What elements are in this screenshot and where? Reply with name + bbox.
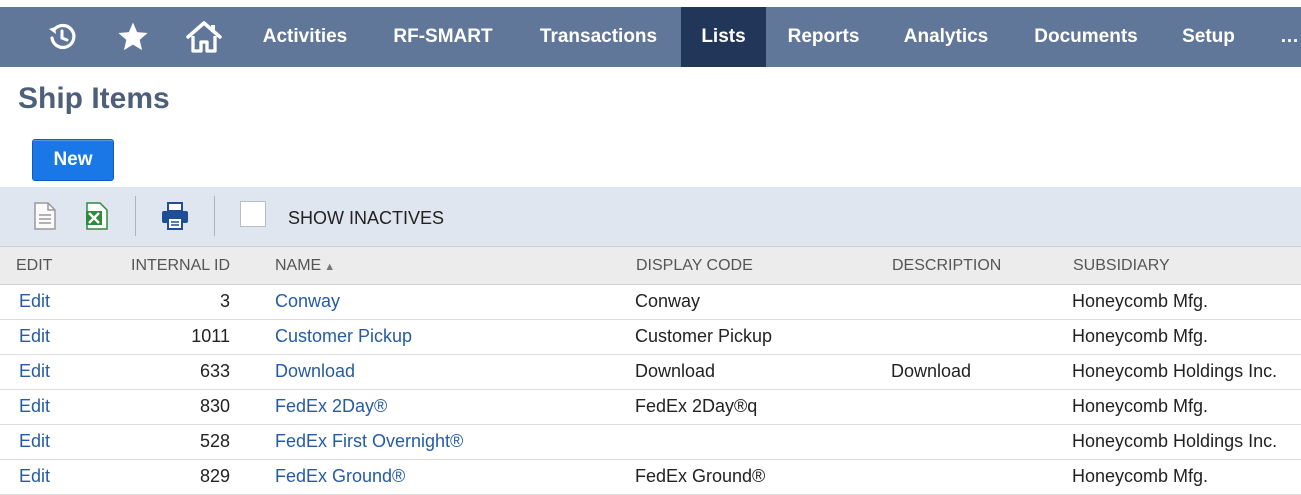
column-header-internal-id[interactable]: INTERNAL ID <box>128 257 230 275</box>
subsidiary-cell: Honeycomb Mfg. <box>1072 326 1209 346</box>
column-header-name-label: NAME <box>275 257 322 274</box>
edit-link[interactable]: Edit <box>19 431 50 452</box>
subsidiary-cell: Honeycomb Holdings Inc. <box>1072 361 1278 381</box>
name-link[interactable]: FedEx Ground® <box>275 466 405 487</box>
nav-setup[interactable]: Setup <box>1161 7 1256 67</box>
name-link[interactable]: Conway <box>275 291 340 312</box>
subsidiary-cell: Honeycomb Mfg. <box>1072 291 1209 311</box>
list-toolbar: SHOW INACTIVES <box>0 187 1301 246</box>
printer-icon <box>162 202 188 230</box>
table-row: Edit 829 FedEx Ground® FedEx Ground® Hon… <box>0 460 1301 495</box>
nav-activities[interactable]: Activities <box>240 7 370 67</box>
nav-more[interactable]: … <box>1280 7 1301 67</box>
edit-link[interactable]: Edit <box>19 466 50 487</box>
edit-link[interactable]: Edit <box>19 291 50 312</box>
table-row: Edit 1011 Customer Pickup Customer Picku… <box>0 320 1301 355</box>
home-icon[interactable] <box>184 7 224 67</box>
sort-ascending-icon: ▲ <box>324 261 336 273</box>
name-link[interactable]: FedEx First Overnight® <box>275 431 463 452</box>
nav-transactions[interactable]: Transactions <box>516 7 681 67</box>
table-row: Edit 3 Conway Conway Honeycomb Mfg. <box>0 285 1301 320</box>
table-row: Edit 633 Download Download Download Hone… <box>0 355 1301 390</box>
document-icon <box>34 202 56 230</box>
new-button[interactable]: New <box>32 139 114 181</box>
nav-rf-smart[interactable]: RF-SMART <box>370 7 516 67</box>
home-icon-graphic <box>186 21 222 53</box>
ship-items-table: EDIT INTERNAL ID NAME ▲ DISPLAY CODE DESC… <box>0 246 1301 495</box>
display-code-cell: Customer Pickup <box>635 326 773 346</box>
column-header-description[interactable]: DESCRIPTION <box>892 257 1001 275</box>
favorites-star-icon[interactable] <box>113 7 153 67</box>
export-csv-icon[interactable] <box>30 201 60 231</box>
display-code-cell: Conway <box>635 291 701 311</box>
show-inactives-label[interactable]: SHOW INACTIVES <box>288 208 444 229</box>
internal-id-cell: 3 <box>219 291 230 311</box>
nav-reports[interactable]: Reports <box>766 7 881 67</box>
nav-lists[interactable]: Lists <box>681 7 766 67</box>
table-header-row: EDIT INTERNAL ID NAME ▲ DISPLAY CODE DESC… <box>0 246 1301 285</box>
nav-analytics[interactable]: Analytics <box>881 7 1011 67</box>
toolbar-divider <box>135 196 136 236</box>
internal-id-cell: 1011 <box>191 326 230 346</box>
recent-history-icon-graphic <box>49 23 76 50</box>
display-code-cell: FedEx 2Day®q <box>635 396 758 416</box>
excel-icon <box>86 202 108 230</box>
name-link[interactable]: FedEx 2Day® <box>275 396 387 417</box>
star-icon <box>118 22 148 51</box>
recent-history-icon[interactable] <box>42 7 82 67</box>
top-navigation-bar: Activities RF-SMART Transactions Lists R… <box>0 7 1301 67</box>
description-cell: Download <box>891 361 972 381</box>
print-icon[interactable] <box>160 201 190 231</box>
subsidiary-cell: Honeycomb Mfg. <box>1072 396 1209 416</box>
internal-id-cell: 829 <box>199 466 230 486</box>
column-header-name[interactable]: NAME ▲ <box>275 257 335 275</box>
edit-link[interactable]: Edit <box>19 396 50 417</box>
show-inactives-checkbox[interactable] <box>240 201 266 227</box>
internal-id-cell: 830 <box>199 396 230 416</box>
subsidiary-cell: Honeycomb Mfg. <box>1072 466 1209 486</box>
display-code-cell: FedEx Ground® <box>635 466 766 486</box>
internal-id-cell: 633 <box>199 361 230 381</box>
edit-link[interactable]: Edit <box>19 326 50 347</box>
column-header-display-code[interactable]: DISPLAY CODE <box>636 257 753 275</box>
nav-documents[interactable]: Documents <box>1011 7 1161 67</box>
column-header-edit[interactable]: EDIT <box>16 257 52 275</box>
toolbar-divider <box>214 196 215 236</box>
edit-link[interactable]: Edit <box>19 361 50 382</box>
name-link[interactable]: Download <box>275 361 355 382</box>
display-code-cell: Download <box>635 361 716 381</box>
table-row: Edit 830 FedEx 2Day® FedEx 2Day®q Honeyc… <box>0 390 1301 425</box>
internal-id-cell: 528 <box>199 431 230 451</box>
table-row: Edit 528 FedEx First Overnight® Honeycom… <box>0 425 1301 460</box>
export-excel-icon[interactable] <box>82 201 112 231</box>
subsidiary-cell: Honeycomb Holdings Inc. <box>1072 431 1278 451</box>
column-header-subsidiary[interactable]: SUBSIDIARY <box>1073 257 1170 275</box>
name-link[interactable]: Customer Pickup <box>275 326 412 347</box>
page-title: Ship Items <box>18 82 170 115</box>
